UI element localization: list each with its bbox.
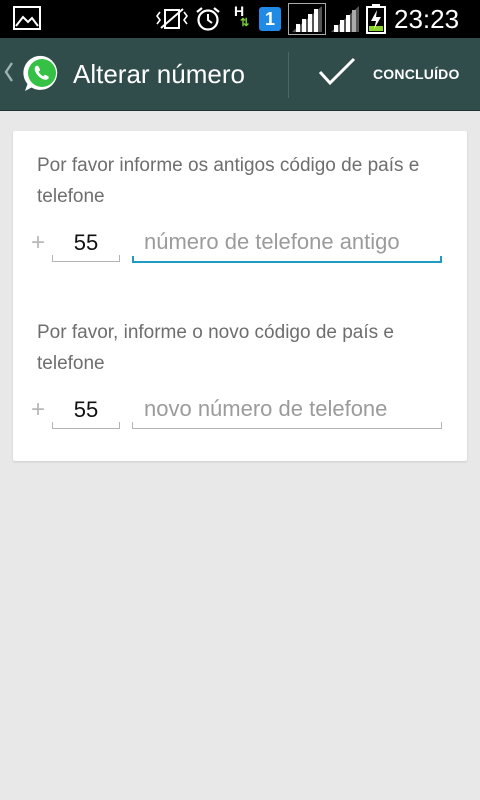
new-number-instruction: Por favor, informe o novo código de país…: [37, 322, 394, 374]
action-bar-divider: [288, 52, 289, 98]
signal-icon: [288, 3, 326, 39]
old-plus-sign: +: [31, 229, 46, 256]
old-number-instruction: Por favor informe os antigos código de p…: [37, 155, 420, 207]
page-title: Alterar número: [73, 59, 245, 89]
vibrate-icon: [156, 7, 188, 35]
badge-one-icon: 1: [259, 7, 281, 31]
new-country-code-field[interactable]: 55: [52, 394, 120, 429]
clock-time: 23:23: [394, 4, 460, 34]
old-phone-input[interactable]: [144, 227, 434, 257]
new-phone-field: [132, 394, 442, 429]
action-bar: Alterar número CONCLUÍDO: [0, 38, 480, 111]
battery-charging-icon: [366, 4, 386, 38]
change-number-card: Por favor informe os antigos código de p…: [13, 131, 467, 461]
alarm-icon: [194, 6, 222, 36]
checkmark-icon: [318, 56, 356, 92]
back-chevron-icon: [4, 61, 14, 90]
up-navigation-button[interactable]: [0, 38, 68, 110]
new-country-code-value: 55: [73, 397, 99, 422]
old-country-code-value: 55: [73, 230, 99, 255]
status-bar: H ⇅ 1 23:23: [0, 0, 480, 38]
done-button-label: CONCLUÍDO: [373, 66, 460, 82]
done-button[interactable]: CONCLUÍDO: [290, 38, 480, 110]
new-plus-sign: +: [31, 396, 46, 423]
old-phone-field: [132, 227, 442, 263]
network-h-icon: H ⇅: [234, 3, 250, 29]
signal-icon: [330, 5, 360, 37]
whatsapp-logo-icon: [22, 54, 62, 94]
old-country-code-field[interactable]: 55: [52, 227, 120, 262]
new-phone-input[interactable]: [144, 394, 434, 424]
photo-icon: [13, 6, 41, 34]
